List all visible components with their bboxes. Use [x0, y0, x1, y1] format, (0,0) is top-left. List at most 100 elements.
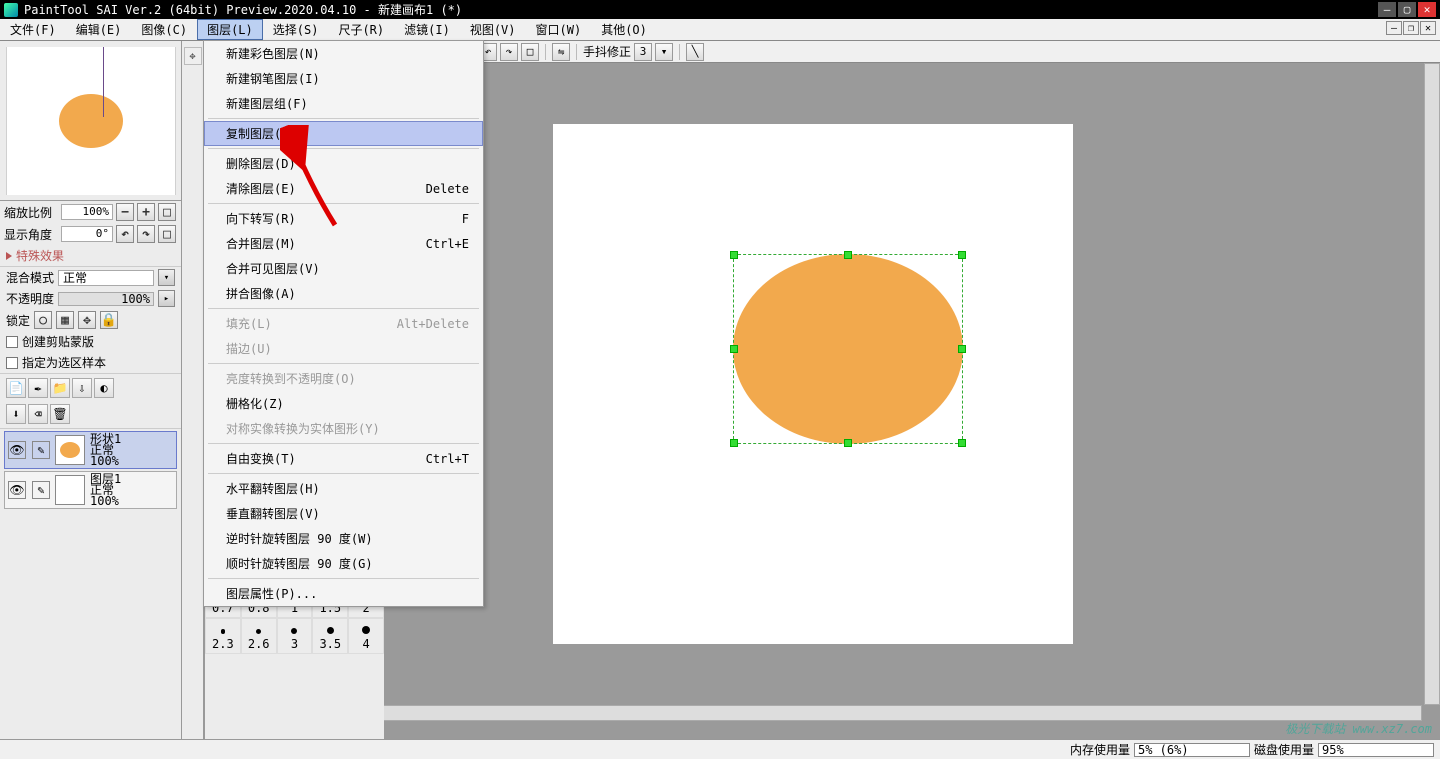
layer-mask-button[interactable]: ◐ — [94, 378, 114, 398]
zoom-field[interactable]: 100% — [61, 204, 113, 220]
delete-layer-button[interactable]: 🗑 — [50, 404, 70, 424]
blend-mode-label: 混合模式 — [6, 269, 54, 286]
new-layer-button[interactable]: 📄 — [6, 378, 26, 398]
edit-toggle[interactable]: ✎ — [32, 481, 50, 499]
close-button[interactable]: ✕ — [1418, 2, 1436, 17]
handle-top-left[interactable] — [730, 251, 738, 259]
brush-size-cell[interactable]: 3.5 — [312, 618, 348, 654]
mdi-close-button[interactable]: ✕ — [1420, 21, 1436, 35]
handle-right[interactable] — [958, 345, 966, 353]
clipping-checkbox[interactable] — [6, 336, 18, 348]
menu-separator — [208, 203, 479, 204]
menu-item[interactable]: 逆时针旋转图层 90 度(W) — [204, 526, 483, 551]
lock-move-button[interactable]: ✥ — [78, 311, 96, 329]
new-vector-button[interactable]: ✒ — [28, 378, 48, 398]
opacity-stepper[interactable]: ▸ — [158, 290, 175, 307]
visibility-toggle[interactable]: 👁 — [8, 481, 26, 499]
horizontal-scrollbar[interactable] — [204, 705, 1422, 721]
menu-item[interactable]: 向下转写(R)F — [204, 206, 483, 231]
lock-pixels-button[interactable]: ▦ — [56, 311, 74, 329]
selection-box[interactable] — [733, 254, 963, 444]
menu-文件[interactable]: 文件(F) — [0, 19, 66, 40]
special-effects-toggle[interactable]: 特殊效果 — [0, 245, 181, 267]
layer-row[interactable]: 👁✎图层1正常100% — [4, 471, 177, 509]
rotate-reset-button[interactable]: □ — [158, 225, 176, 243]
visibility-toggle[interactable]: 👁 — [8, 441, 26, 459]
menu-item[interactable]: 栅格化(Z) — [204, 391, 483, 416]
selection-source-checkbox[interactable] — [6, 357, 18, 369]
menu-滤镜[interactable]: 滤镜(I) — [394, 19, 460, 40]
move-tool-icon[interactable]: ✥ — [184, 47, 202, 65]
menu-图层[interactable]: 图层(L) — [197, 19, 263, 40]
menu-item[interactable]: 垂直翻转图层(V) — [204, 501, 483, 526]
zoom-reset-button[interactable]: □ — [158, 203, 176, 221]
zoom-out-button[interactable]: − — [116, 203, 134, 221]
mdi-minimize-button[interactable]: – — [1386, 21, 1402, 35]
lock-none-button[interactable]: ○ — [34, 311, 52, 329]
menu-其他[interactable]: 其他(O) — [591, 19, 657, 40]
handle-left[interactable] — [730, 345, 738, 353]
menu-item[interactable]: 合并图层(M)Ctrl+E — [204, 231, 483, 256]
lock-all-button[interactable]: 🔒 — [100, 311, 118, 329]
handle-top[interactable] — [844, 251, 852, 259]
stabilizer-field[interactable]: 3 — [634, 43, 652, 61]
rotate-ccw-button[interactable]: ↶ — [116, 225, 134, 243]
mdi-restore-button[interactable]: ❐ — [1403, 21, 1419, 35]
handle-bottom-left[interactable] — [730, 439, 738, 447]
edit-toggle[interactable]: ✎ — [32, 441, 50, 459]
brush-size-cell[interactable]: 3 — [277, 618, 313, 654]
brush-size-cell[interactable]: 4 — [348, 618, 384, 654]
handle-bottom[interactable] — [844, 439, 852, 447]
menu-separator — [208, 443, 479, 444]
menu-item[interactable]: 拼合图像(A) — [204, 281, 483, 306]
transfer-down-button[interactable]: ⇩ — [72, 378, 92, 398]
menu-separator — [208, 118, 479, 119]
menu-item[interactable]: 新建彩色图层(N) — [204, 41, 483, 66]
brush-size-cell[interactable]: 2.6 — [241, 618, 277, 654]
dropdown-arrow-icon[interactable]: ▾ — [158, 269, 175, 286]
menu-视图[interactable]: 视图(V) — [460, 19, 526, 40]
watermark: 极光下载站 www.xz7.com — [1285, 720, 1432, 737]
minimize-button[interactable]: – — [1378, 2, 1396, 17]
new-group-button[interactable]: 📁 — [50, 378, 70, 398]
navigator-preview[interactable] — [7, 47, 175, 195]
rotate-cw-button[interactable]: ↷ — [137, 225, 155, 243]
menu-item[interactable]: 删除图层(D) — [204, 151, 483, 176]
vertical-scrollbar[interactable] — [1424, 63, 1440, 705]
menu-编辑[interactable]: 编辑(E) — [66, 19, 132, 40]
toolbar-rotate-cw[interactable]: ↷ — [500, 43, 518, 61]
flip-horizontal-icon[interactable]: ⇋ — [552, 43, 570, 61]
menu-尺子[interactable]: 尺子(R) — [328, 19, 394, 40]
canvas[interactable] — [553, 124, 1073, 644]
stabilizer-dropdown[interactable]: ▾ — [655, 43, 673, 61]
menu-item[interactable]: 新建钢笔图层(I) — [204, 66, 483, 91]
layer-row[interactable]: 👁✎形状1正常100% — [4, 431, 177, 469]
merge-down-button[interactable]: ⬇ — [6, 404, 26, 424]
menu-item[interactable]: 清除图层(E)Delete — [204, 176, 483, 201]
menu-item[interactable]: 自由变换(T)Ctrl+T — [204, 446, 483, 471]
line-tool-icon[interactable]: ╲ — [686, 43, 704, 61]
menu-选择[interactable]: 选择(S) — [263, 19, 329, 40]
menu-item-label: 新建彩色图层(N) — [226, 45, 320, 62]
brush-size-cell[interactable]: 2.3 — [205, 618, 241, 654]
clear-layer-button[interactable]: ⌫ — [28, 404, 48, 424]
zoom-in-button[interactable]: + — [137, 203, 155, 221]
menu-item-label: 水平翻转图层(H) — [226, 480, 320, 497]
handle-top-right[interactable] — [958, 251, 966, 259]
opacity-slider[interactable]: 100% — [58, 292, 154, 306]
maximize-button[interactable]: ▢ — [1398, 2, 1416, 17]
ram-value: 5% (6%) — [1138, 743, 1189, 757]
toolbar-rotate-reset[interactable]: □ — [521, 43, 539, 61]
ram-meter: 5% (6%) — [1134, 743, 1250, 757]
menu-item[interactable]: 顺时针旋转图层 90 度(G) — [204, 551, 483, 576]
angle-field[interactable]: 0° — [61, 226, 113, 242]
menu-窗口[interactable]: 窗口(W) — [526, 19, 592, 40]
menu-item[interactable]: 图层属性(P)... — [204, 581, 483, 606]
menu-item[interactable]: 合并可见图层(V) — [204, 256, 483, 281]
menu-item[interactable]: 水平翻转图层(H) — [204, 476, 483, 501]
menu-item[interactable]: 复制图层(C) — [204, 121, 483, 146]
blend-mode-select[interactable]: 正常 — [58, 270, 154, 286]
handle-bottom-right[interactable] — [958, 439, 966, 447]
menu-item[interactable]: 新建图层组(F) — [204, 91, 483, 116]
menu-图像[interactable]: 图像(C) — [131, 19, 197, 40]
